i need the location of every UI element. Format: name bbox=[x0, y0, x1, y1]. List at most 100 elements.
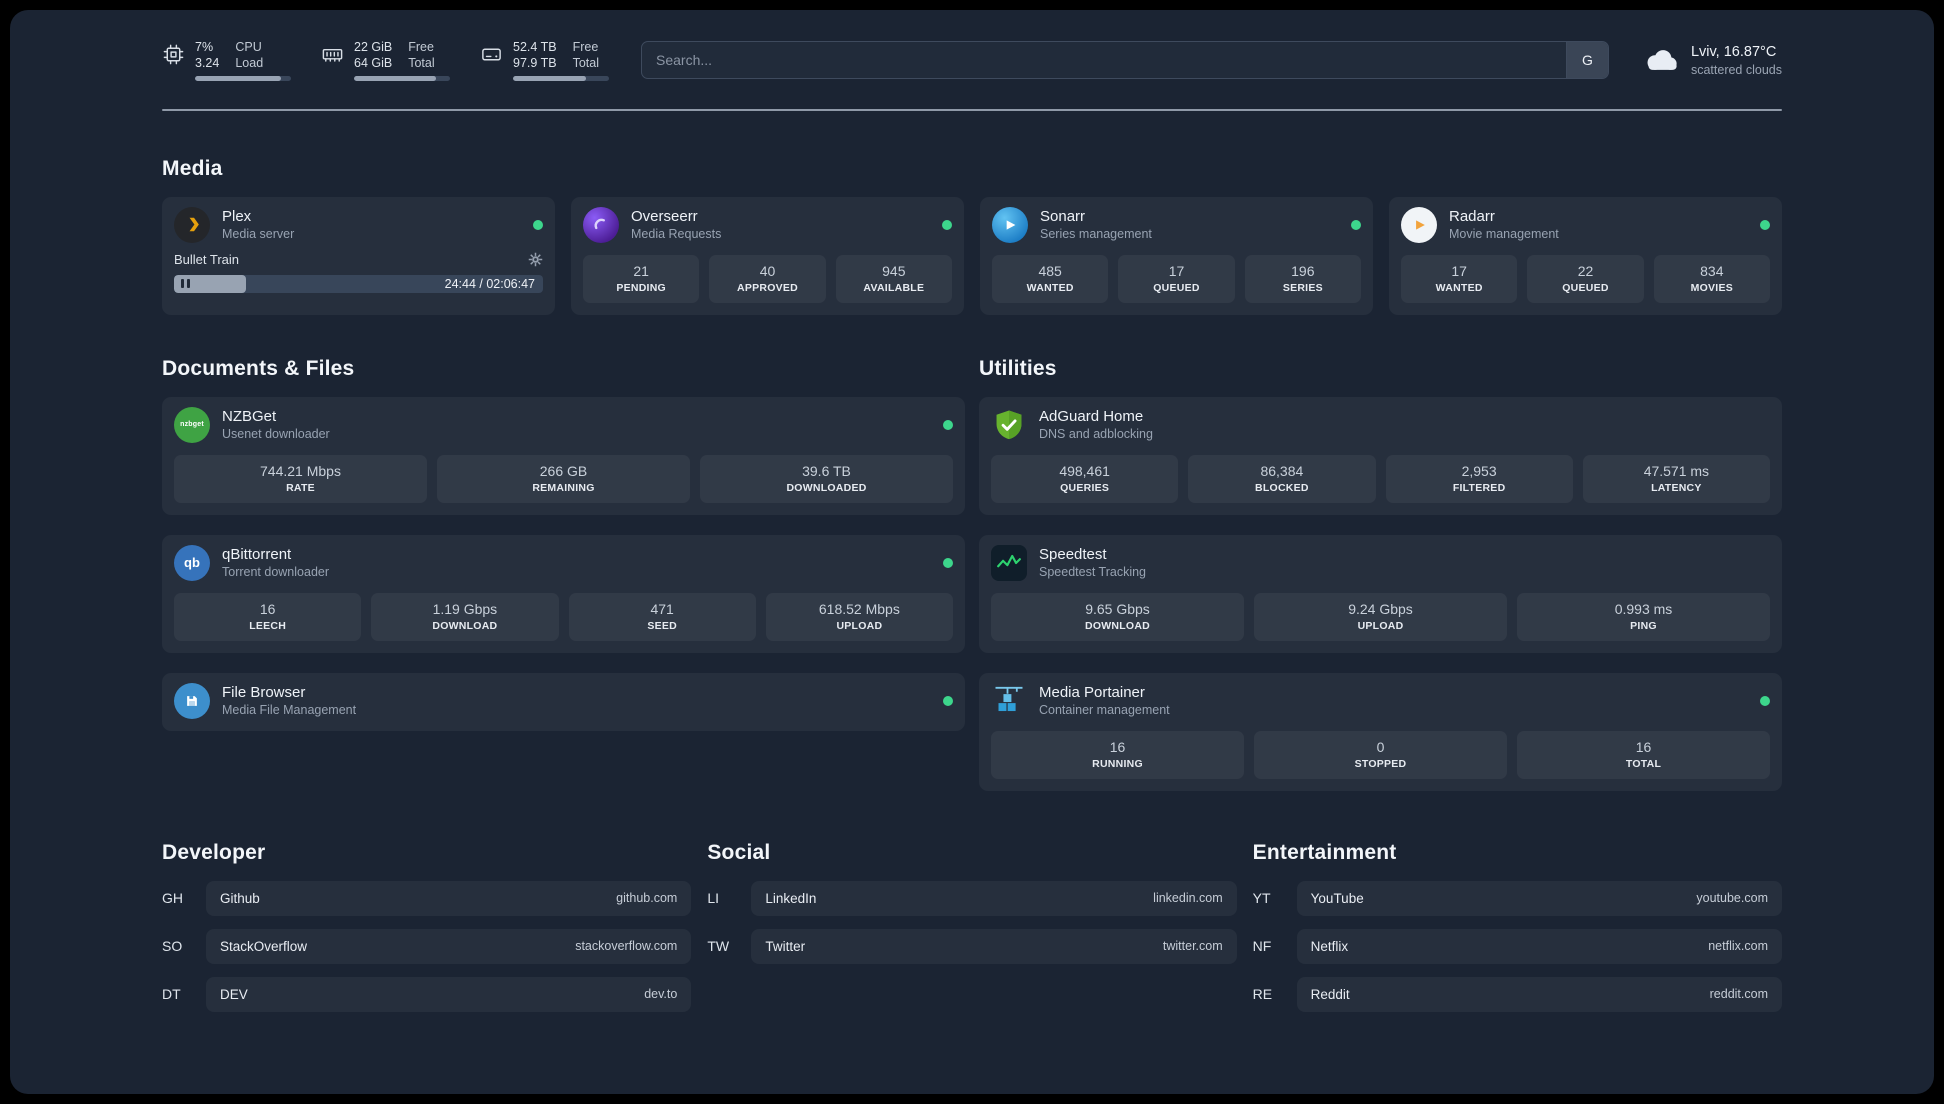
bookmark-link-twitter[interactable]: Twitter twitter.com bbox=[751, 928, 1237, 964]
service-name: Media Portainer bbox=[1039, 684, 1145, 702]
stat-label: LATENCY bbox=[1651, 481, 1702, 494]
memory-widget: 22 GiB 64 GiB Free Total bbox=[321, 40, 450, 81]
service-description: Media File Management bbox=[222, 703, 357, 718]
bookmark-link-stackoverflow[interactable]: StackOverflow stackoverflow.com bbox=[206, 928, 692, 964]
bookmark-abbr: YT bbox=[1252, 890, 1271, 907]
service-card-nzbget[interactable]: nzbget NZBGet Usenet downloader 744.21 M… bbox=[162, 396, 965, 515]
service-description: Usenet downloader bbox=[222, 427, 330, 442]
service-titles: Radarr Movie management bbox=[1449, 208, 1559, 241]
memory-total-label: Total bbox=[408, 56, 435, 71]
memory-progress-bar bbox=[354, 75, 450, 81]
service-card-plex[interactable]: Plex Media server Bullet Train 24:44 / 0… bbox=[162, 196, 555, 315]
memory-widget-body: 22 GiB 64 GiB Free Total bbox=[354, 40, 450, 81]
weather-widget[interactable]: Lviv, 16.87°C scattered clouds bbox=[1641, 44, 1782, 77]
service-card-filebrowser[interactable]: File Browser Media File Management bbox=[162, 672, 965, 731]
now-playing-title: Bullet Train bbox=[174, 251, 240, 267]
cpu-icon bbox=[162, 43, 185, 81]
status-dot bbox=[1760, 219, 1770, 230]
stat-ping: 0.993 ms PING bbox=[1517, 592, 1770, 641]
service-description: Torrent downloader bbox=[222, 565, 330, 580]
status-dot bbox=[943, 695, 953, 706]
service-card-speedtest[interactable]: Speedtest Speedtest Tracking 9.65 Gbps D… bbox=[979, 534, 1782, 653]
bookmark-abbr: TW bbox=[707, 938, 730, 955]
bookmark-rows: GH Github github.com SO StackOverflow st… bbox=[162, 880, 692, 1012]
disk-total-value: 97.9 TB bbox=[513, 56, 557, 71]
service-titles: Sonarr Series management bbox=[1040, 208, 1152, 241]
stat-pending: 21 PENDING bbox=[583, 254, 700, 303]
nzbget-icon: nzbget bbox=[174, 406, 210, 443]
service-card-radarr[interactable]: Radarr Movie management 17 WANTED 22 QUE… bbox=[1389, 196, 1782, 315]
stat-approved: 40 APPROVED bbox=[709, 254, 826, 303]
stat-label: QUEUED bbox=[1153, 281, 1200, 294]
stat-label: FILTERED bbox=[1452, 481, 1506, 494]
bookmark-domain: reddit.com bbox=[1709, 987, 1768, 1002]
stat-series: 196 SERIES bbox=[1244, 254, 1361, 303]
documents-card-list: nzbget NZBGet Usenet downloader 744.21 M… bbox=[162, 396, 965, 731]
service-titles: AdGuard Home DNS and adblocking bbox=[1039, 408, 1153, 441]
bookmark-github: GH Github github.com bbox=[162, 880, 692, 916]
service-card-adguard[interactable]: AdGuard Home DNS and adblocking 498,461 … bbox=[979, 396, 1782, 515]
memory-progress-fill bbox=[354, 75, 436, 81]
playback-progress-bar[interactable]: 24:44 / 02:06:47 bbox=[174, 274, 543, 293]
stat-label: BLOCKED bbox=[1255, 481, 1309, 494]
stat-rate: 744.21 Mbps RATE bbox=[174, 454, 427, 503]
service-description: Media Requests bbox=[631, 227, 722, 242]
documents-section-title: Documents & Files bbox=[162, 356, 355, 380]
service-card-sonarr[interactable]: Sonarr Series management 485 WANTED 17 Q… bbox=[980, 196, 1373, 315]
bookmark-link-reddit[interactable]: Reddit reddit.com bbox=[1296, 976, 1782, 1012]
top-bar: 7% 3.24 CPU Load 22 GiB 64 GiB Free Tota… bbox=[162, 10, 1782, 81]
sonarr-icon bbox=[992, 206, 1028, 243]
dashboard: 7% 3.24 CPU Load 22 GiB 64 GiB Free Tota… bbox=[10, 10, 1934, 1094]
service-titles: Media Portainer Container management bbox=[1039, 684, 1170, 717]
cpu-progress-fill bbox=[195, 75, 282, 81]
filebrowser-icon bbox=[174, 682, 210, 719]
bookmark-abbr: SO bbox=[162, 938, 183, 955]
stats-row: 21 PENDING 40 APPROVED 945 AVAILABLE bbox=[583, 254, 952, 303]
bookmark-rows: LI LinkedIn linkedin.com TW Twitter twit… bbox=[707, 880, 1237, 964]
bookmark-domain: github.com bbox=[616, 891, 678, 906]
bookmark-group-title: Social bbox=[707, 840, 771, 864]
cpu-progress-bar bbox=[195, 75, 291, 81]
search-input[interactable] bbox=[642, 42, 1566, 79]
pause-icon[interactable] bbox=[181, 279, 190, 289]
stats-row: 744.21 Mbps RATE 266 GB REMAINING 39.6 T… bbox=[174, 454, 953, 503]
bookmark-link-dev[interactable]: DEV dev.to bbox=[206, 976, 692, 1012]
service-card-qbittorrent[interactable]: qb qBittorrent Torrent downloader 16 LEE… bbox=[162, 534, 965, 653]
service-name: NZBGet bbox=[222, 408, 277, 426]
service-titles: Overseerr Media Requests bbox=[631, 208, 721, 241]
qbittorrent-icon: qb bbox=[174, 544, 210, 581]
bookmark-link-github[interactable]: Github github.com bbox=[206, 880, 692, 916]
bookmark-abbr: RE bbox=[1252, 986, 1273, 1003]
weather-condition: scattered clouds bbox=[1690, 62, 1782, 77]
bookmark-link-netflix[interactable]: Netflix netflix.com bbox=[1296, 928, 1782, 964]
stats-row: 485 WANTED 17 QUEUED 196 SERIES bbox=[992, 254, 1361, 303]
search-bar: G bbox=[641, 41, 1609, 80]
documents-section: Documents & Files nzbget NZBGet Usenet d… bbox=[162, 357, 965, 791]
stat-label: UPLOAD bbox=[836, 619, 883, 632]
radarr-icon bbox=[1401, 206, 1437, 243]
stat-label: MOVIES bbox=[1690, 281, 1733, 294]
stat-value: 22 bbox=[1577, 262, 1594, 279]
speedtest-icon bbox=[991, 544, 1027, 581]
bookmark-group-entertainment: Entertainment YT YouTube youtube.com NF … bbox=[1253, 841, 1782, 1012]
service-titles: Speedtest Speedtest Tracking bbox=[1039, 546, 1146, 579]
bookmark-group-title: Developer bbox=[162, 840, 266, 864]
bookmark-domain: dev.to bbox=[644, 987, 678, 1002]
bookmark-youtube: YT YouTube youtube.com bbox=[1252, 880, 1782, 916]
bookmark-link-linkedin[interactable]: LinkedIn linkedin.com bbox=[751, 880, 1237, 916]
media-card-grid: Plex Media server Bullet Train 24:44 / 0… bbox=[162, 196, 1782, 315]
stat-remaining: 266 GB REMAINING bbox=[437, 454, 690, 503]
service-name: Overseerr bbox=[631, 208, 698, 226]
stat-value: 16 bbox=[1109, 738, 1126, 755]
gear-icon[interactable] bbox=[528, 252, 543, 267]
service-titles: File Browser Media File Management bbox=[222, 684, 356, 717]
bookmark-link-youtube[interactable]: YouTube youtube.com bbox=[1296, 880, 1782, 916]
service-card-portainer[interactable]: Media Portainer Container management 16 … bbox=[979, 672, 1782, 791]
bookmark-name: Twitter bbox=[765, 938, 806, 954]
stat-value: 47.571 ms bbox=[1643, 462, 1710, 479]
service-name: Plex bbox=[222, 208, 252, 226]
service-card-overseerr[interactable]: Overseerr Media Requests 21 PENDING 40 A… bbox=[571, 196, 964, 315]
cloud-icon bbox=[1641, 47, 1679, 74]
service-titles: NZBGet Usenet downloader bbox=[222, 408, 330, 441]
search-provider-button[interactable]: G bbox=[1565, 42, 1608, 79]
